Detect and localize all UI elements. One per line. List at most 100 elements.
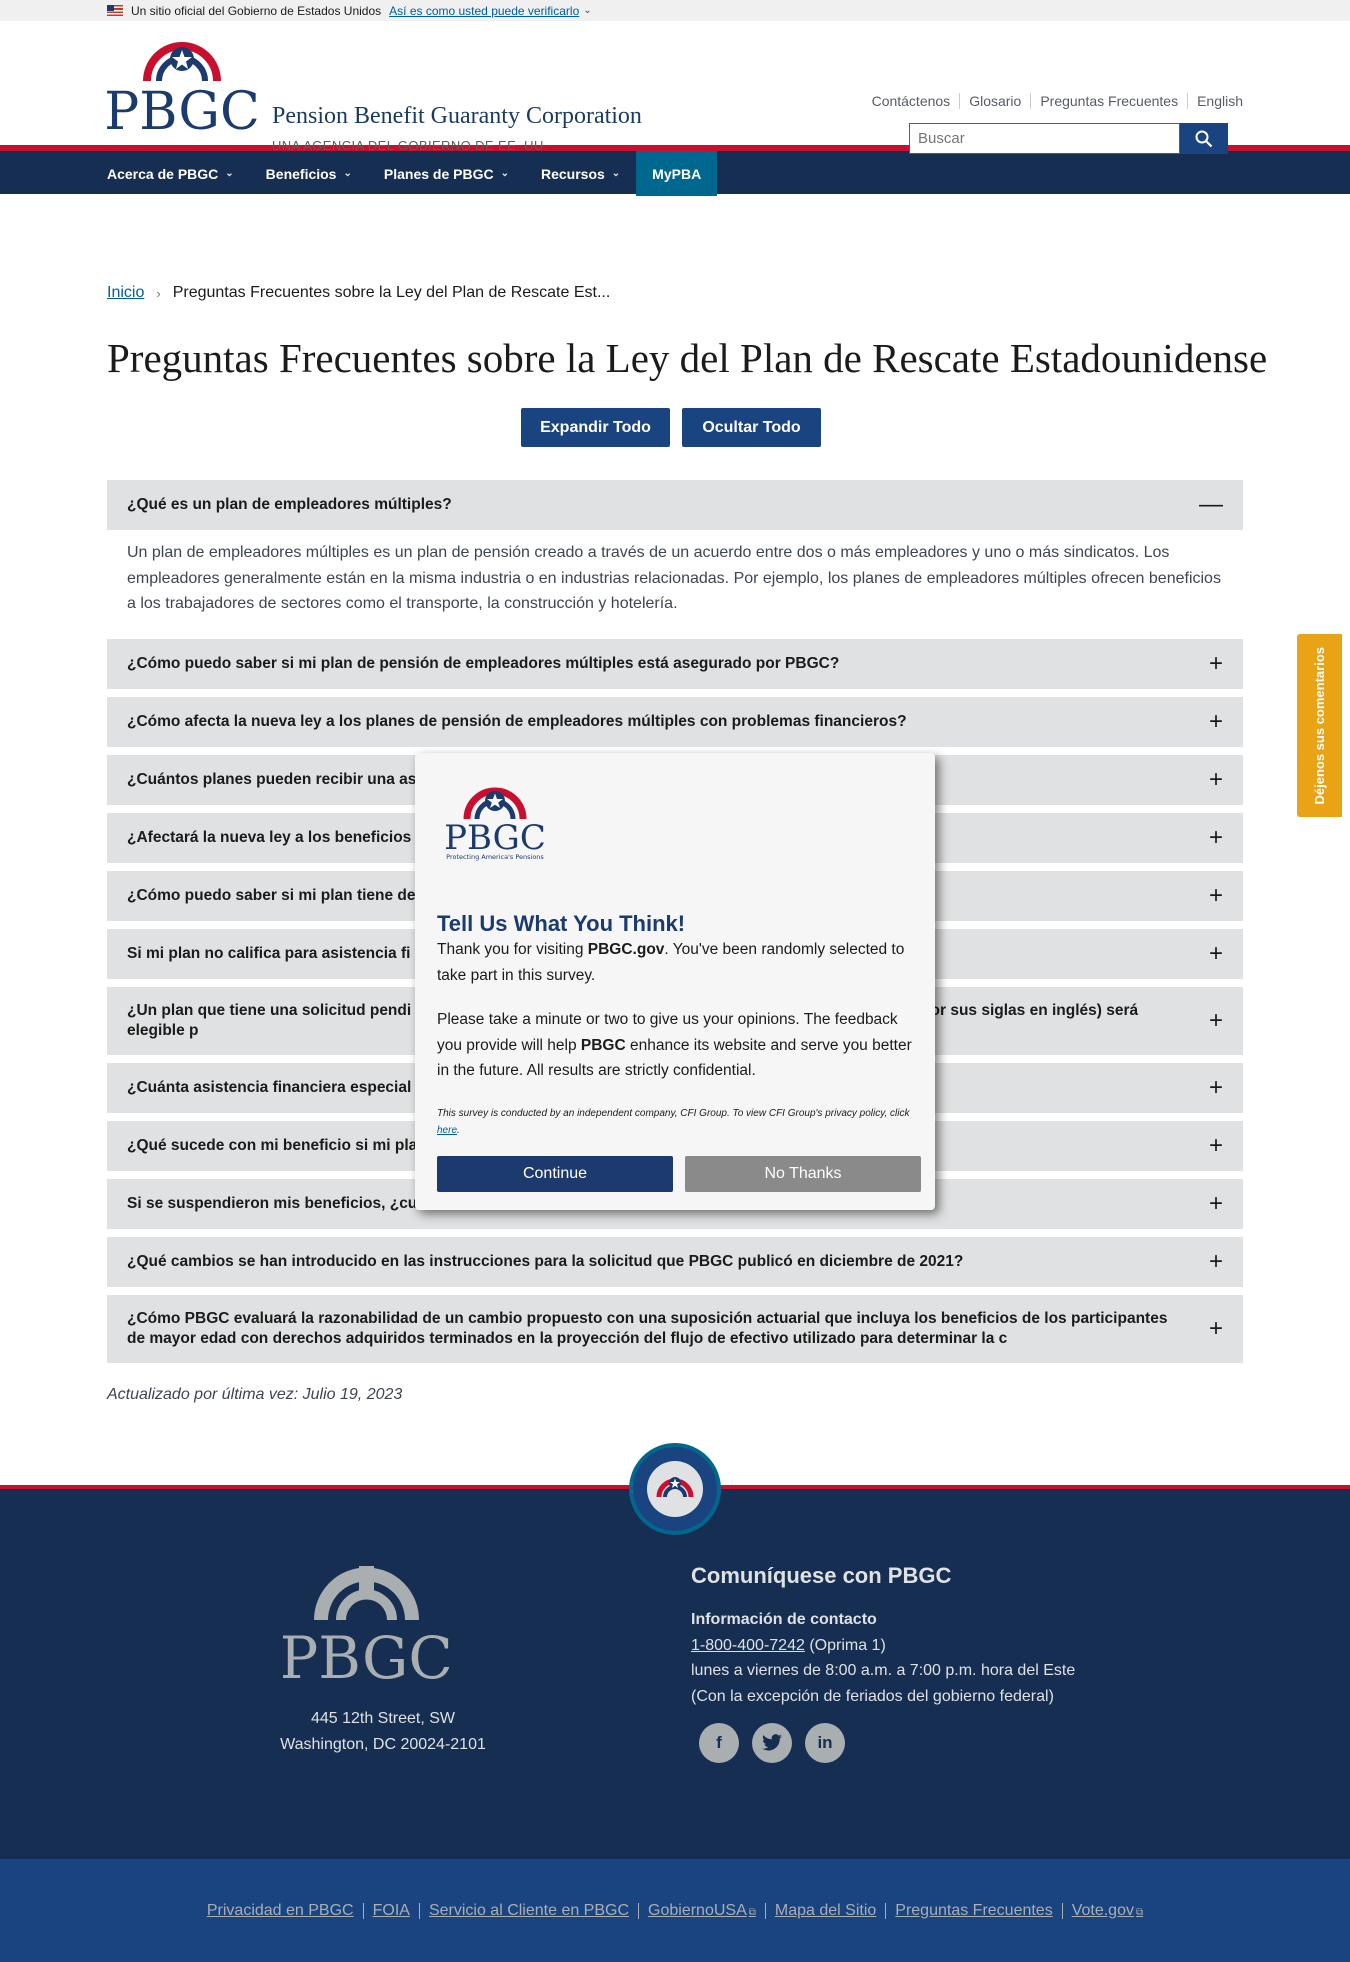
footer [0, 1485, 1350, 1859]
minus-icon: — [1199, 491, 1223, 518]
plus-icon: + [1208, 707, 1223, 735]
footer-link-privacy[interactable]: Privacidad en PBGC [198, 1902, 363, 1919]
twitter-icon[interactable] [752, 1723, 792, 1763]
org-subtitle: UNA AGENCIA DEL GOBIERNO DE EE. UU. [272, 138, 548, 153]
accordion-question: ¿Cómo afecta la nueva ley a los planes d… [127, 713, 907, 731]
search-icon [1195, 130, 1213, 147]
modal-pbgc-logo: PBGC Protecting America's Pensions [445, 787, 545, 861]
accordion-question: ¿Afectará la nueva ley a los beneficios [127, 829, 412, 847]
us-flag-icon [107, 5, 123, 16]
main-nav: Acerca de PBGC ⌄ Beneficios ⌄ Planes de PB… [0, 149, 1350, 196]
plus-icon: + [1208, 1131, 1223, 1159]
footer-pbgc-logo: PBGC [283, 1566, 450, 1683]
site-header: PBGC Pension Benefit Guaranty Corporatio… [0, 21, 1350, 154]
modal-title: Tell Us What You Think! [437, 911, 686, 936]
footer-link-faq[interactable]: Preguntas Frecuentes [885, 1902, 1061, 1919]
contact-hours: lunes a viernes de 8:00 a.m. a 7:00 p.m.… [691, 1662, 1076, 1680]
accordion-question: ¿Cómo PBGC evaluará la razonabilidad de … [127, 1310, 1168, 1347]
privacy-policy-link[interactable]: here [437, 1125, 457, 1136]
pbgc-logo[interactable]: PBGC [107, 39, 257, 134]
link-label: GobiernoUSA [648, 1901, 747, 1919]
chevron-down-icon: ⌄ [225, 168, 234, 179]
accordion-question: ¿Qué es un plan de empleadores múltiples… [127, 496, 452, 514]
footer-emblem [629, 1443, 721, 1535]
plus-icon: + [1208, 823, 1223, 851]
address-line: 445 12th Street, SW [310, 1710, 456, 1727]
chevron-down-icon: ⌄ [611, 168, 621, 179]
nav-item-resources[interactable]: Recursos ⌄ [525, 151, 636, 196]
footer-links: Privacidad en PBGC FOIA Servicio al Clie… [0, 1859, 1350, 1962]
footer-link-usagov[interactable]: GobiernoUSA ⧉ [638, 1901, 765, 1919]
svg-text:Protecting America's Pensions: Protecting America's Pensions [446, 853, 544, 861]
accordion-item-open[interactable]: ¿Qué es un plan de empleadores múltiples… [107, 480, 1243, 530]
no-thanks-button[interactable]: No Thanks [685, 1156, 921, 1192]
contact-title: Comuníquese con PBGC [691, 1563, 952, 1588]
phone-note: (Oprima 1) [804, 1636, 886, 1654]
collapse-all-button[interactable]: Ocultar Todo [682, 408, 821, 447]
footer-contact: Comuníquese con PBGC Información de cont… [691, 1558, 1075, 1710]
search-input[interactable] [909, 123, 1180, 154]
external-link-icon: ⧉ [1135, 1906, 1144, 1918]
utility-link-english[interactable]: English [1187, 93, 1243, 109]
accordion-item[interactable]: ¿Qué cambios se han introducido en las i… [107, 1236, 1243, 1287]
svg-text:PBGC: PBGC [445, 818, 545, 858]
expand-all-button[interactable]: Expandir Todo [521, 408, 670, 447]
footer-link-foia[interactable]: FOIA [362, 1902, 419, 1919]
linkedin-icon[interactable]: in [805, 1723, 845, 1763]
nav-label: Recursos [540, 165, 605, 182]
link-label: Vote.gov [1071, 1901, 1134, 1919]
search-button[interactable] [1180, 123, 1228, 154]
gov-banner-link[interactable]: Así es como usted puede verificarlo [389, 4, 579, 18]
continue-button[interactable]: Continue [437, 1156, 673, 1192]
modal-disclaimer: This survey is conducted by an independe… [437, 1108, 910, 1136]
utility-link-glossary[interactable]: Glosario [959, 93, 1030, 109]
plus-icon: + [1208, 1247, 1223, 1275]
plus-icon: + [1208, 939, 1223, 967]
footer-link-vote[interactable]: Vote.gov ⧉ [1061, 1901, 1152, 1919]
footer-address: 445 12th Street, SW Washington, DC 20024… [200, 1706, 566, 1757]
chevron-down-icon: ⌄ [343, 168, 352, 179]
chevron-down-icon[interactable]: ⌄ [583, 5, 591, 16]
plus-icon: + [1208, 881, 1223, 909]
org-name[interactable]: Pension Benefit Guaranty Corporation [272, 103, 642, 130]
accordion-item[interactable]: ¿Cómo puedo saber si mi plan de pensión … [107, 638, 1243, 689]
utility-link-faq[interactable]: Preguntas Frecuentes [1030, 93, 1187, 109]
nav-item-plans[interactable]: Planes de PBGC ⌄ [368, 151, 525, 196]
feedback-tab[interactable]: Déjenos sus comentarios [1297, 634, 1342, 817]
utility-link-contact[interactable]: Contáctenos [863, 93, 960, 109]
accordion-question: ¿Qué sucede con mi beneficio si mi pla [127, 1137, 418, 1155]
footer-link-customer-service[interactable]: Servicio al Cliente en PBGC [418, 1902, 638, 1919]
nav-item-about[interactable]: Acerca de PBGC ⌄ [107, 151, 250, 196]
plus-icon: + [1208, 1073, 1223, 1101]
last-updated: Actualizado por última vez: Julio 19, 20… [107, 1386, 403, 1403]
nav-label: Beneficios [265, 165, 337, 182]
facebook-icon[interactable]: f [699, 1723, 739, 1763]
plus-icon: + [1208, 649, 1223, 677]
feedback-tab-label: Déjenos sus comentarios [1312, 646, 1327, 805]
footer-link-sitemap[interactable]: Mapa del Sitio [764, 1902, 885, 1919]
accordion-item[interactable]: ¿Cómo PBGC evaluará la razonabilidad de … [107, 1294, 1243, 1363]
contact-label: Información de contacto [691, 1611, 877, 1629]
gov-banner: Un sitio oficial del Gobierno de Estados… [0, 0, 1350, 21]
accordion-item[interactable]: ¿Cómo afecta la nueva ley a los planes d… [107, 696, 1243, 747]
page-title: Preguntas Frecuentes sobre la Ley del Pl… [107, 335, 1268, 381]
accordion-controls: Expandir Todo Ocultar Todo [521, 408, 821, 447]
svg-text:PBGC: PBGC [107, 82, 257, 134]
breadcrumb-home[interactable]: Inicio [107, 284, 144, 302]
plus-icon: + [1208, 1314, 1223, 1342]
accordion-answer: Un plan de empleadores múltiples es un p… [127, 544, 1221, 613]
gov-banner-text: Un sitio oficial del Gobierno de Estados… [131, 3, 382, 18]
nav-item-benefits[interactable]: Beneficios ⌄ [250, 151, 368, 196]
nav-item-mypba[interactable]: MyPBA [636, 151, 718, 196]
modal-intro: Thank you for visiting PBGC.gov. You've … [437, 941, 905, 984]
accordion-question: Si mi plan no califica para asistencia f… [127, 945, 411, 963]
nav-label: Planes de PBGC [383, 165, 494, 182]
search-form [909, 123, 1228, 154]
phone-link[interactable]: 1-800-400-7242 [691, 1637, 805, 1654]
accordion-question: ¿Cómo puedo saber si mi plan de pensión … [127, 655, 840, 673]
plus-icon: + [1208, 765, 1223, 793]
survey-modal: PBGC Protecting America's Pensions Tell … [415, 753, 935, 1210]
modal-body: Please take a minute or two to give us y… [437, 1011, 912, 1080]
nav-label: Acerca de PBGC [107, 165, 219, 182]
pbgc-emblem-icon [647, 1461, 703, 1517]
